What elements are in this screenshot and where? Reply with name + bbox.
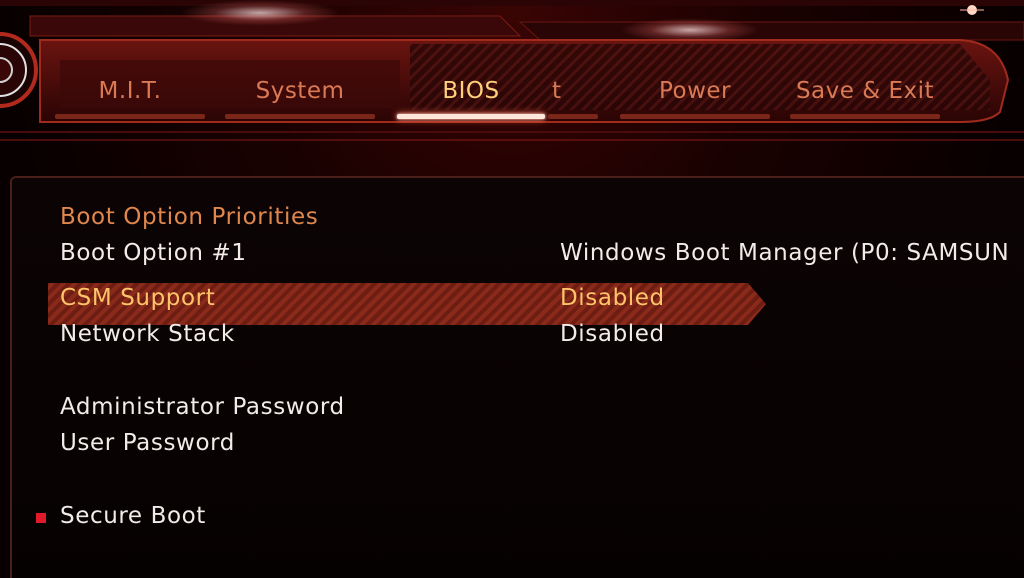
gear-logo-icon <box>0 32 38 108</box>
user-password-item[interactable]: User Password <box>60 430 235 464</box>
network-stack-label[interactable]: Network Stack <box>60 321 235 355</box>
tab-system[interactable]: System <box>225 78 375 119</box>
csm-support-value[interactable]: Disabled <box>560 285 665 319</box>
tab-power-underline <box>620 114 770 119</box>
tab-bios-underline <box>397 114 545 119</box>
header-frame <box>0 0 1024 141</box>
secure-boot-item[interactable]: Secure Boot <box>60 503 206 537</box>
tab-peripherals-underline <box>548 114 598 119</box>
tab-mit[interactable]: M.I.T. <box>55 78 205 119</box>
tab-save-exit-underline <box>790 114 940 119</box>
tab-power[interactable]: Power <box>620 78 770 119</box>
tab-save-exit-label: Save & Exit <box>795 78 935 104</box>
boot-option-1-label[interactable]: Boot Option #1 <box>60 240 247 274</box>
tab-system-underline <box>225 114 375 119</box>
tab-peripherals-label: t <box>552 78 562 104</box>
tab-bios[interactable]: BIOS <box>397 78 545 119</box>
boot-option-1-value[interactable]: Windows Boot Manager (P0: SAMSUN <box>560 240 1009 274</box>
csm-support-label[interactable]: CSM Support <box>60 285 215 319</box>
tab-save-exit[interactable]: Save & Exit <box>790 78 940 119</box>
administrator-password-item[interactable]: Administrator Password <box>60 394 345 428</box>
tab-system-label: System <box>255 78 345 104</box>
tab-mit-underline <box>55 114 205 119</box>
tab-power-label: Power <box>658 78 732 104</box>
red-square-icon <box>36 513 46 523</box>
tab-peripherals[interactable]: t <box>548 78 598 119</box>
section-title-boot-option-priorities: Boot Option Priorities <box>60 204 319 230</box>
bios-screen: M.I.T. System BIOS t Power Save & Exit B… <box>0 0 1024 578</box>
tab-mit-label: M.I.T. <box>98 78 162 104</box>
tab-bios-label: BIOS <box>442 78 500 104</box>
network-stack-value[interactable]: Disabled <box>560 321 665 355</box>
